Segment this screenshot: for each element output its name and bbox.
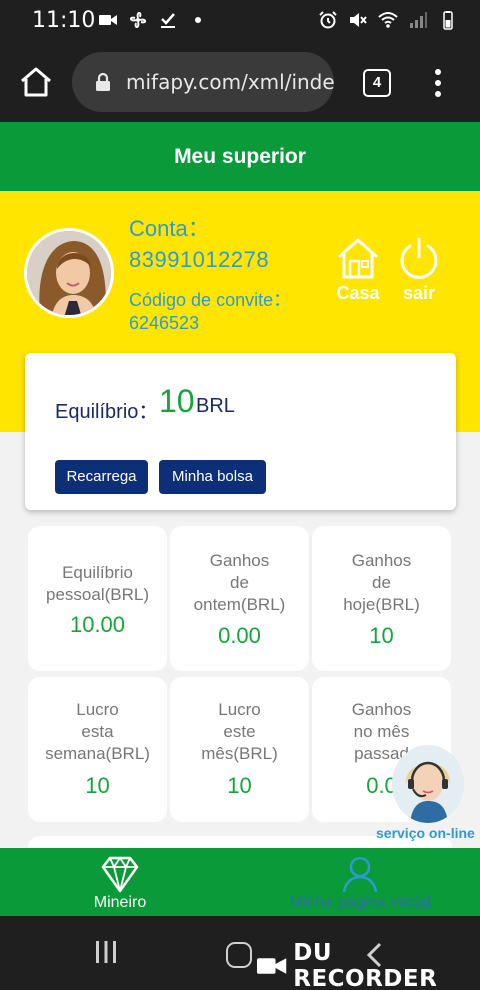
system-nav-bar: DU RECORDER bbox=[0, 916, 480, 990]
stat-value: 10 bbox=[227, 773, 252, 798]
url-text: mifapy.com/xml/index· bbox=[126, 70, 334, 94]
account-number: 83991012278 bbox=[129, 247, 270, 272]
watermark-text: DU RECORDER bbox=[293, 940, 438, 990]
house-icon bbox=[337, 238, 379, 279]
home-button-label: Casa bbox=[336, 283, 380, 303]
diamond-icon bbox=[101, 856, 139, 893]
invite-code-label: Código de convite： bbox=[129, 290, 292, 310]
stat-label: Ganhos de ontem(BRL) bbox=[193, 551, 286, 614]
alarm-icon bbox=[319, 11, 337, 29]
status-time: 11:10 bbox=[32, 8, 96, 33]
page-title: Meu superior bbox=[0, 122, 480, 191]
nav-item-miner-label: Mineiro bbox=[93, 894, 147, 911]
logout-button-label: sair bbox=[402, 283, 436, 303]
online-support-widget[interactable]: serviço on-line bbox=[376, 745, 480, 845]
stat-value: 0.00 bbox=[218, 623, 261, 648]
user-icon bbox=[342, 856, 378, 893]
stat-value: 10 bbox=[369, 623, 394, 648]
video-icon bbox=[99, 15, 117, 25]
stat-card: Ganhos de ontem(BRL) 0.00 bbox=[170, 526, 309, 671]
stat-value: 10 bbox=[85, 773, 110, 798]
tab-switcher-button[interactable]: 4 bbox=[363, 69, 391, 97]
wifi-icon bbox=[378, 12, 398, 28]
home-button[interactable]: Casa bbox=[330, 235, 386, 304]
avatar-portrait bbox=[27, 231, 111, 315]
stat-label: Lucro esta semana(BRL) bbox=[45, 700, 150, 763]
account-label: Conta： bbox=[129, 216, 210, 241]
url-bar[interactable]: mifapy.com/xml/index· bbox=[72, 52, 334, 112]
avatar bbox=[24, 228, 114, 318]
stat-label: Ganhos de hoje(BRL) bbox=[343, 551, 420, 614]
recharge-button[interactable]: Recarrega bbox=[55, 460, 148, 494]
download-done-icon bbox=[161, 13, 175, 28]
support-agent-icon bbox=[392, 745, 464, 823]
stat-card: Lucro esta semana(BRL) 10 bbox=[28, 677, 167, 822]
browser-home-icon[interactable] bbox=[18, 64, 54, 100]
dot-icon bbox=[195, 17, 201, 23]
stat-card: Lucro este mês(BRL) 10 bbox=[170, 677, 309, 822]
balance-unit: BRL bbox=[196, 395, 235, 417]
balance-value: 10 bbox=[159, 383, 195, 419]
browser-toolbar: mifapy.com/xml/index· 4 bbox=[0, 44, 480, 122]
recorder-watermark: DU RECORDER bbox=[256, 940, 480, 990]
lock-icon bbox=[96, 72, 110, 91]
balance-card: Equilíbrio： 10 BRL Recarrega Minha bolsa bbox=[25, 353, 456, 510]
status-left-icons bbox=[98, 10, 208, 30]
stat-value: 10.00 bbox=[69, 612, 126, 637]
recents-icon[interactable] bbox=[92, 938, 120, 966]
nav-item-home[interactable]: Minha página inicial bbox=[270, 854, 450, 912]
signal-icon bbox=[410, 12, 427, 28]
camera-icon bbox=[256, 958, 287, 974]
battery-icon bbox=[443, 11, 453, 30]
nav-item-home-label: Minha página inicial bbox=[289, 894, 431, 911]
more-options-icon[interactable] bbox=[428, 66, 448, 100]
status-bar: 11:10 bbox=[0, 0, 480, 44]
stat-card: Equilíbrio pessoal(BRL) 10.00 bbox=[28, 526, 167, 671]
system-home-button[interactable] bbox=[226, 942, 252, 968]
nav-item-miner[interactable]: Mineiro bbox=[62, 854, 178, 912]
power-icon bbox=[400, 237, 438, 279]
online-support-label: serviço on-line bbox=[376, 825, 475, 841]
balance-label: Equilíbrio： bbox=[55, 401, 159, 423]
mute-icon bbox=[350, 13, 367, 27]
invite-code-value: 6246523 bbox=[129, 313, 200, 333]
logout-button[interactable]: sair bbox=[391, 235, 447, 304]
wallet-button[interactable]: Minha bolsa bbox=[159, 460, 266, 494]
status-right-icons bbox=[318, 10, 458, 30]
stat-label: Lucro este mês(BRL) bbox=[201, 700, 278, 763]
stat-label: Equilíbrio pessoal(BRL) bbox=[46, 563, 149, 604]
fan-icon bbox=[130, 12, 146, 28]
bottom-nav: Mineiro Minha página inicial bbox=[0, 848, 480, 916]
stat-card: Ganhos de hoje(BRL) 10 bbox=[312, 526, 451, 671]
